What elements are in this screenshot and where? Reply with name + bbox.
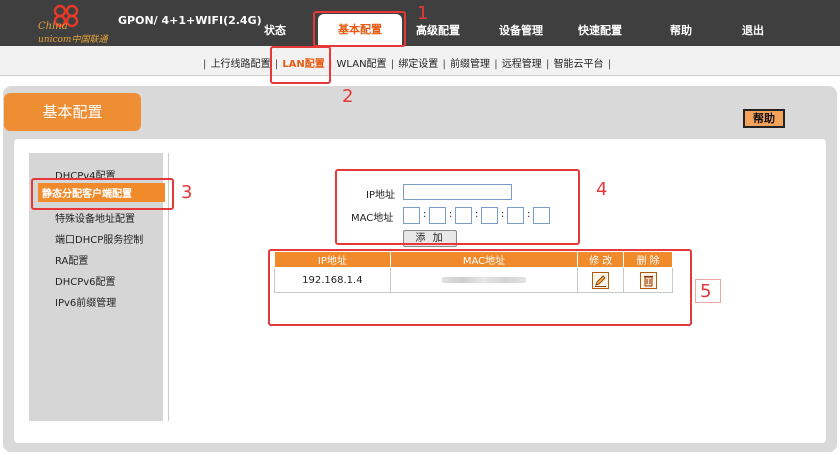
annotation-number-2: 2	[342, 86, 354, 107]
annotation-number-1: 1	[417, 3, 429, 24]
logo-text-line1: China	[38, 21, 68, 32]
logo-text-line2: unicom中国联通	[38, 35, 108, 45]
tab-advanced-config[interactable]: 高级配置	[410, 24, 466, 44]
annotation-box-4	[335, 169, 580, 245]
subnav-remote-management[interactable]: 远程管理	[502, 55, 542, 70]
china-unicom-logo: China unicom中国联通	[36, 4, 116, 45]
tab-logout[interactable]: 退出	[736, 24, 770, 44]
menu-item-ra[interactable]: RA配置	[55, 252, 88, 267]
separator: |	[442, 59, 446, 70]
annotation-number-3: 3	[181, 182, 193, 203]
annotation-box-2	[270, 46, 331, 84]
menu-item-ipv6-prefix[interactable]: IPv6前缀管理	[55, 294, 116, 309]
device-model: GPON/ 4+1+WIFI(2.4G)	[118, 14, 262, 27]
tab-device-management[interactable]: 设备管理	[492, 24, 550, 44]
menu-item-special-device[interactable]: 特殊设备地址配置	[55, 210, 135, 225]
annotation-number-4: 4	[596, 179, 608, 200]
separator: |	[203, 59, 207, 70]
annotation-box-3	[31, 178, 174, 210]
sub-nav-row: | 上行线路配置 | LAN配置 | WLAN配置 | 绑定设置 | 前缀管理 …	[202, 55, 612, 70]
separator: |	[607, 59, 612, 70]
subnav-uplink-config[interactable]: 上行线路配置	[211, 55, 271, 70]
tab-help[interactable]: 帮助	[664, 24, 698, 44]
annotation-box-1	[313, 11, 406, 47]
annotation-number-5: 5	[700, 281, 712, 302]
separator: |	[390, 59, 395, 70]
subnav-prefix-management[interactable]: 前缀管理	[450, 55, 490, 70]
tab-status[interactable]: 状态	[258, 24, 292, 44]
sub-navigation: | 上行线路配置 | LAN配置 | WLAN配置 | 绑定设置 | 前缀管理 …	[0, 46, 840, 76]
help-button[interactable]: 帮助	[743, 109, 785, 128]
subnav-binding-settings[interactable]: 绑定设置	[398, 55, 438, 70]
menu-item-dhcpv6[interactable]: DHCPv6配置	[55, 273, 116, 288]
separator: |	[494, 59, 498, 70]
tab-quick-config[interactable]: 快速配置	[574, 24, 626, 44]
subnav-smart-cloud[interactable]: 智能云平台	[554, 55, 604, 70]
annotation-box-5	[268, 249, 692, 326]
menu-item-port-dhcp[interactable]: 端口DHCP服务控制	[55, 231, 143, 246]
subnav-wlan-config[interactable]: WLAN配置	[337, 55, 387, 70]
separator: |	[546, 59, 550, 70]
page-title: 基本配置	[4, 93, 141, 131]
